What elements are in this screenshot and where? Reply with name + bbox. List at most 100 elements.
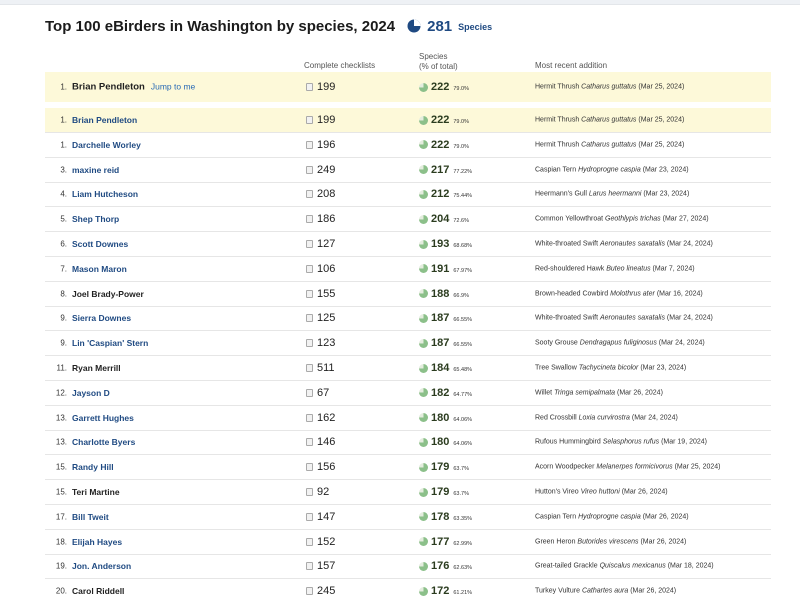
recent-date: (Mar 26, 2024) [630,587,677,595]
checklists-count: 152 [317,535,336,548]
species-count: 222 [431,138,450,151]
species-percent: 62.99% [453,540,473,547]
checklists-cell: 196 [306,139,335,151]
recent-addition: Caspian Tern Hydroprogne caspia (Mar 26,… [535,513,689,520]
species-cell: 204 72.6% [419,213,469,225]
checklists-count: 146 [317,436,336,449]
species-pie-icon [419,313,428,323]
checklists-cell: 125 [306,312,335,324]
species-cell: 179 63.7% [419,461,469,473]
table-row: 13. Charlotte Byers 146 180 64.06% Rufous Hum… [45,430,771,456]
species-cell: 191 67.97% [419,263,472,275]
recent-date: (Mar 24, 2024) [631,414,678,422]
checklists-cell: 147 [306,511,335,523]
recent-common-name: Great-tailed Grackle [535,562,598,570]
recent-scientific-name: Tachycineta bicolor [578,364,639,372]
birder-name-link[interactable]: maxine reid [72,165,119,175]
birder-name-link[interactable]: Carol Riddell [72,586,124,596]
species-pie-icon [419,140,428,150]
checklists-count: 208 [317,188,336,201]
recent-common-name: Green Heron [535,538,576,546]
rank-number: 8. [60,289,67,299]
birder-name-link[interactable]: Sierra Downes [72,313,131,323]
total-species-count: 281 [427,17,453,35]
species-pie-icon [419,388,428,398]
recent-common-name: Sooty Grouse [535,339,578,347]
checklists-cell: 186 [306,213,335,225]
rank-number: 9. [60,313,67,323]
rank-number: 1. [60,82,67,92]
recent-date: (Mar 7, 2024) [652,265,695,273]
species-cell: 222 79.0% [419,81,469,93]
birder-name-link[interactable]: Brian Pendleton [72,115,137,125]
recent-addition: White-throated Swift Aeronautes saxatali… [535,241,713,248]
checklists-count: 106 [317,262,336,275]
species-count: 178 [431,510,450,523]
birder-name-link[interactable]: Shep Thorp [72,214,119,224]
birder-name-link[interactable]: Jayson D [72,388,110,398]
recent-addition: Tree Swallow Tachycineta bicolor (Mar 23… [535,365,686,372]
birder-name-link[interactable]: Joel Brady-Power [72,289,144,299]
recent-date: (Mar 23, 2024) [643,190,690,198]
birder-name-link[interactable]: Charlotte Byers [72,437,135,447]
rank-number: 1. [60,115,67,125]
birder-name-link[interactable]: Elijah Hayes [72,537,122,547]
recent-date: (Mar 25, 2024) [638,116,685,124]
birder-name-link[interactable]: Scott Downes [72,239,128,249]
birder-name-link[interactable]: Jon. Anderson [72,561,131,571]
species-count: 187 [431,337,450,350]
birder-name-link[interactable]: Liam Hutcheson [72,189,138,199]
species-pie-icon [419,214,428,224]
species-cell: 184 65.48% [419,362,472,374]
birder-name-link[interactable]: Randy Hill [72,462,114,472]
recent-addition: Caspian Tern Hydroprogne caspia (Mar 23,… [535,166,689,173]
species-pie-icon [419,561,428,571]
birder-name-link[interactable]: Darchelle Worley [72,140,141,150]
recent-scientific-name: Larus heermanni [588,190,642,198]
species-count: 217 [431,163,450,176]
table-row: 18. Elijah Hayes 152 177 62.99% Green Heron B… [45,530,771,555]
birder-name-link[interactable]: Mason Maron [72,264,127,274]
species-summary-icon [407,19,421,33]
birder-name-link[interactable]: Garrett Hughes [72,413,134,423]
rank-number: 3. [60,165,67,175]
rank-number: 13. [55,437,67,447]
species-percent: 63.35% [453,515,473,522]
birder-name-link[interactable]: Bill Tweit [72,512,109,522]
table-row: 15. Randy Hill 156 179 63.7% Acorn Woodpecker… [45,455,771,481]
species-cell: 179 63.7% [419,486,469,498]
birder-name-link[interactable]: Lin 'Caspian' Stern [72,338,148,348]
recent-common-name: Willet [535,389,553,397]
species-pie-icon [419,512,428,522]
recent-date: (Mar 18, 2024) [667,562,714,570]
recent-addition: Acorn Woodpecker Melanerpes formicivorus… [535,464,720,471]
checklists-count: 155 [317,287,336,300]
checklists-cell: 123 [306,337,335,349]
rank-number: 15. [55,487,67,497]
checklists-count: 156 [317,461,336,474]
checklist-icon [306,339,313,348]
species-cell: 176 62.63% [419,560,472,572]
checklists-cell: 127 [306,238,335,250]
species-count: 184 [431,362,450,374]
species-percent: 77.22% [453,168,473,175]
checklist-icon [306,116,313,124]
checklists-count: 511 [317,362,335,374]
jump-to-me-link[interactable]: Jump to me [151,82,195,92]
birder-name-link[interactable]: Teri Martine [72,487,120,497]
species-count: 182 [431,386,450,399]
table-row: 19. Jon. Anderson 157 176 62.63% Great-tailed… [45,554,771,580]
species-count: 212 [431,188,450,201]
checklists-count: 162 [317,411,336,424]
table-row: 4. Liam Hutcheson 208 212 75.44% Heermann's G… [45,182,771,208]
species-percent: 66.55% [453,317,473,324]
birder-name-link[interactable]: Ryan Merrill [72,363,121,373]
rank-number: 17. [55,512,67,522]
species-cell: 172 61.21% [419,585,472,597]
species-percent: 65.48% [453,367,473,373]
species-cell: 180 64.06% [419,412,472,424]
checklists-cell: 199 [306,81,335,93]
species-percent: 66.55% [453,342,473,349]
species-percent: 63.7% [453,466,469,473]
checklists-count: 125 [317,312,336,325]
